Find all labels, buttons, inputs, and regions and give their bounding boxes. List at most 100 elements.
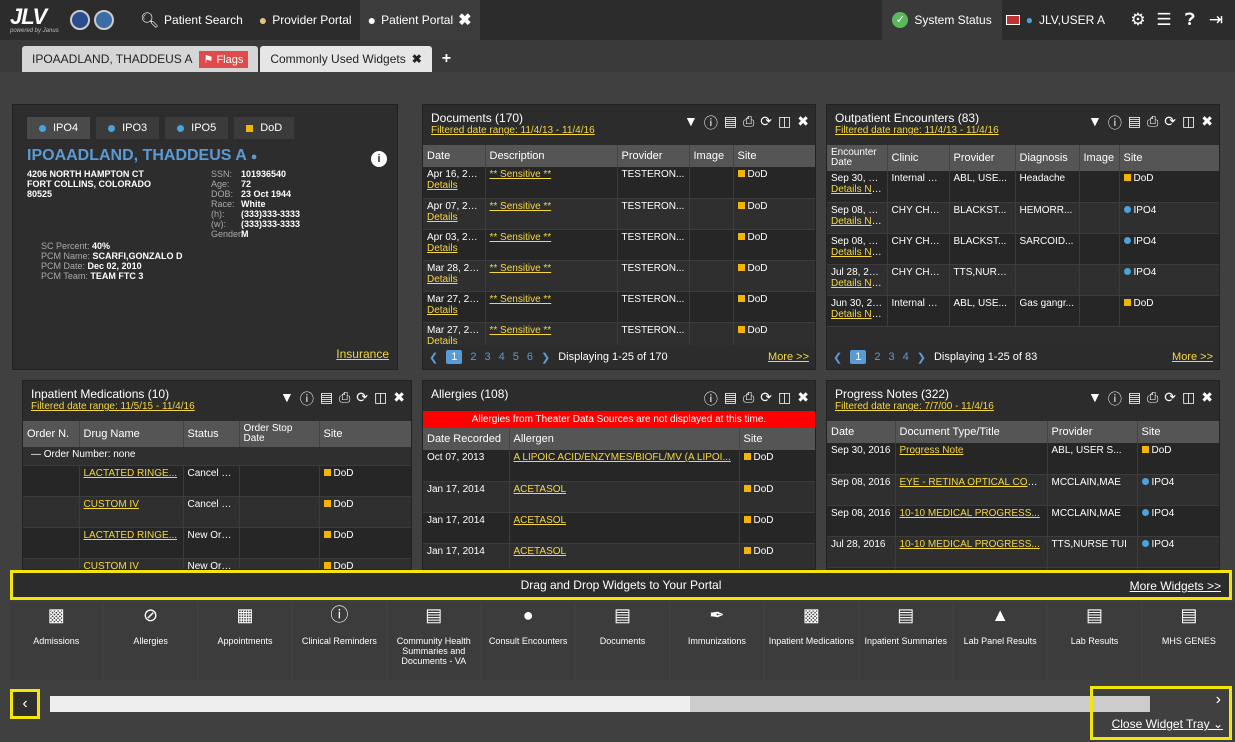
filter-icon[interactable]: ▼ xyxy=(280,389,294,409)
print-icon[interactable]: ⎙ xyxy=(743,113,754,133)
col-date[interactable]: Date xyxy=(827,421,896,443)
details-note-link[interactable]: Details Note xyxy=(831,184,885,195)
table-row[interactable]: Sep 08, 20... Details Note CHY CHE... BLACK… xyxy=(827,202,1219,234)
info-icon[interactable]: ⓘ xyxy=(1108,389,1122,409)
help-icon[interactable]: ❓︎ xyxy=(1177,0,1203,40)
tray-widget-item[interactable]: ✒ Immunizations xyxy=(670,602,764,680)
scroll-track[interactable] xyxy=(50,696,1150,712)
page-link[interactable]: 3 xyxy=(484,351,490,363)
print-icon[interactable]: ⎙ xyxy=(1147,389,1158,409)
allergen-link[interactable]: ACETASOL xyxy=(514,484,567,495)
info-icon[interactable]: i xyxy=(371,151,387,167)
refresh-icon[interactable]: ⟳ xyxy=(1164,113,1176,133)
close-icon[interactable]: ✖ xyxy=(797,389,809,409)
sensitive-link[interactable]: ** Sensitive ** xyxy=(490,232,552,243)
clipboard-icon[interactable]: ▤ xyxy=(1128,113,1141,133)
site-tab-ipo3[interactable]: IPO3 xyxy=(96,117,160,139)
page-link[interactable]: 5 xyxy=(513,351,519,363)
info-icon[interactable]: ⓘ xyxy=(704,113,718,133)
expand-icon[interactable]: ◫ xyxy=(778,113,791,133)
page-link[interactable]: 1 xyxy=(446,350,463,364)
table-row[interactable]: Sep 08, 20... Details Note CHY CHE... BLACK… xyxy=(827,233,1219,265)
col-image[interactable]: Image xyxy=(1079,145,1120,171)
page-link[interactable]: 2 xyxy=(470,351,476,363)
expand-icon[interactable]: ◫ xyxy=(374,389,387,409)
table-row[interactable]: Apr 16, 20... Details ** Sensitive ** TESTE… xyxy=(423,167,815,199)
add-tab-button[interactable]: + xyxy=(434,46,459,72)
refresh-icon[interactable]: ⟳ xyxy=(760,113,772,133)
logout-icon[interactable]: ⇥ xyxy=(1203,0,1229,40)
page-link[interactable]: 4 xyxy=(903,351,909,363)
table-row[interactable]: Sep 30, 20... Details Note Internal Me... A… xyxy=(827,171,1219,203)
tray-widget-item[interactable]: ⓘ Clinical Reminders xyxy=(293,602,386,680)
drug-link[interactable]: CUSTOM IV xyxy=(84,561,139,570)
table-row[interactable]: Oct 07, 2013 A LIPOIC ACID/ENZYMES/BIOFL/… xyxy=(423,450,815,482)
col-provider[interactable]: Provider xyxy=(949,145,1016,171)
document-link[interactable]: 10-10 MEDICAL PROGRESS... xyxy=(900,508,1040,519)
gear-icon[interactable]: ⚙ xyxy=(1125,0,1151,40)
col-diagnosis[interactable]: Diagnosis xyxy=(1015,145,1080,171)
col-document-type[interactable]: Document Type/Title xyxy=(895,421,1048,443)
info-icon[interactable]: ⓘ xyxy=(300,389,314,409)
provider-portal-button[interactable]: ● Provider Portal xyxy=(251,0,360,40)
drug-link[interactable]: LACTATED RINGE... xyxy=(84,468,178,479)
sensitive-link[interactable]: ** Sensitive ** xyxy=(490,263,552,274)
print-icon[interactable]: ⎙ xyxy=(339,389,350,409)
col-date-recorded[interactable]: Date Recorded xyxy=(423,428,510,450)
print-icon[interactable]: ⎙ xyxy=(1147,113,1158,133)
col-site[interactable]: Site xyxy=(739,428,815,450)
group-row[interactable]: — Order Number: none xyxy=(23,447,411,466)
document-link[interactable]: 10-10 MEDICAL PROGRESS... xyxy=(900,539,1040,550)
clipboard-icon[interactable]: ▤ xyxy=(724,113,737,133)
table-row[interactable]: Sep 08, 2016 10-10 MEDICAL PROGRESS... MCC… xyxy=(827,505,1219,537)
table-row[interactable]: CUSTOM IV Cancel O... DoD xyxy=(23,496,411,528)
page-link[interactable]: 4 xyxy=(499,351,505,363)
info-icon[interactable]: ⓘ xyxy=(1108,113,1122,133)
more-link[interactable]: More >> xyxy=(768,351,809,363)
allergen-link[interactable]: ACETASOL xyxy=(514,515,567,526)
table-row[interactable]: Jun 30, 20... Details Note Internal Me... A… xyxy=(827,295,1219,327)
page-link[interactable]: 3 xyxy=(888,351,894,363)
table-row[interactable]: Sep 30, 2016 Progress Note ABL, USER S... D… xyxy=(827,443,1219,475)
table-row[interactable]: Jul 28, 2016 10-10 MEDICAL PROGRESS... TTS… xyxy=(827,536,1219,568)
drug-link[interactable]: CUSTOM IV xyxy=(84,499,139,510)
table-row[interactable]: Apr 03, 20... Details ** Sensitive ** TESTE… xyxy=(423,229,815,261)
user-menu[interactable]: ● JLV,USER A xyxy=(1002,13,1125,27)
close-icon[interactable]: ✖ xyxy=(797,113,809,133)
menu-icon[interactable]: ☰ xyxy=(1151,0,1177,40)
details-note-link[interactable]: Details Note xyxy=(831,216,885,227)
table-row[interactable]: Apr 07, 20... Details ** Sensitive ** TESTE… xyxy=(423,198,815,230)
site-tab-ipo4[interactable]: IPO4 xyxy=(27,117,91,139)
page-link[interactable]: 1 xyxy=(850,350,867,364)
close-icon[interactable]: ✖ xyxy=(1201,389,1213,409)
details-note-link[interactable]: Details Note xyxy=(831,309,885,320)
expand-icon[interactable]: ◫ xyxy=(778,389,791,409)
site-tab-ipo5[interactable]: IPO5 xyxy=(165,117,229,139)
close-widget-tray-link[interactable]: Close Widget Tray ⌄ xyxy=(1112,717,1223,731)
patient-portal-button[interactable]: ● Patient Portal ✖ xyxy=(359,0,480,40)
scroll-thumb[interactable] xyxy=(50,696,690,712)
info-icon[interactable]: ⓘ xyxy=(704,389,718,409)
scroll-right-icon[interactable]: › xyxy=(1216,691,1221,709)
details-link[interactable]: Details xyxy=(427,243,458,254)
close-tab-icon[interactable]: ✖ xyxy=(412,52,422,66)
filter-icon[interactable]: ▼ xyxy=(684,113,698,133)
col-description[interactable]: Description xyxy=(485,145,618,167)
tray-widget-item[interactable]: ▤ Community Health Summaries and Document… xyxy=(387,602,480,680)
col-order-stop-date[interactable]: Order Stop Date xyxy=(239,421,320,447)
table-row[interactable]: Jul 28, 201... Details Note CHY CHE... TTS,… xyxy=(827,264,1219,296)
col-clinic[interactable]: Clinic xyxy=(887,145,950,171)
table-row[interactable]: LACTATED RINGE... Cancel O... DoD xyxy=(23,465,411,497)
document-link[interactable]: Progress Note xyxy=(900,445,964,456)
insurance-link[interactable]: Insurance xyxy=(336,347,389,361)
prev-page-icon[interactable]: ❮ xyxy=(429,351,438,364)
allergen-link[interactable]: A LIPOIC ACID/ENZYMES/BIOFL/MV (A LIPOI.… xyxy=(514,452,731,463)
col-allergen[interactable]: Allergen xyxy=(509,428,740,450)
sensitive-link[interactable]: ** Sensitive ** xyxy=(490,169,552,180)
clipboard-icon[interactable]: ▤ xyxy=(1128,389,1141,409)
refresh-icon[interactable]: ⟳ xyxy=(760,389,772,409)
refresh-icon[interactable]: ⟳ xyxy=(1164,389,1176,409)
prev-page-icon[interactable]: ❮ xyxy=(833,351,842,364)
table-row[interactable]: CUSTOM IV New Order DoD xyxy=(23,558,411,570)
col-provider[interactable]: Provider xyxy=(1047,421,1138,443)
